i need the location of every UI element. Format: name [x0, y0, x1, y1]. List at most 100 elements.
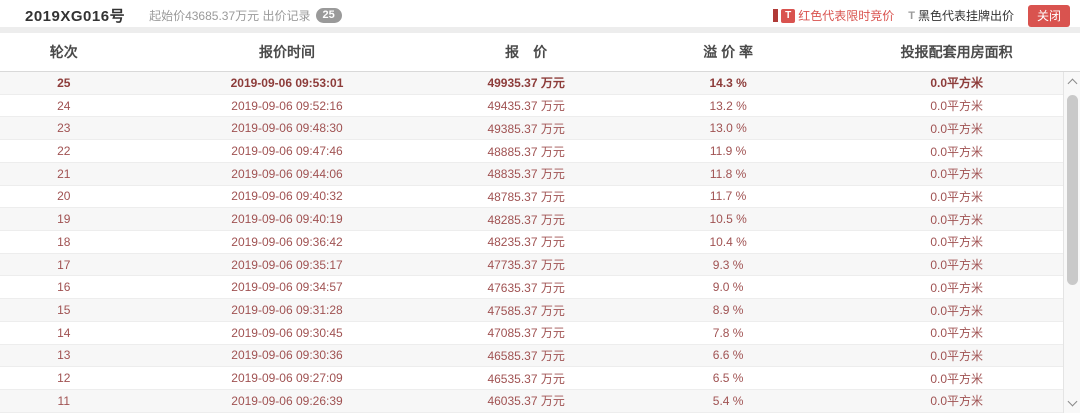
table-row: 16 2019-09-06 09:34:57 47635.37 万元 9.0 %… [0, 276, 1063, 300]
cell-premium-rate: 14.3 % [709, 75, 747, 90]
cell-bid-time: 2019-09-06 09:44:06 [231, 166, 343, 181]
cell-support-area: 0.0平方米 [930, 121, 983, 136]
cell-support-area: 0.0平方米 [930, 189, 983, 204]
cell-premium-rate: 10.4 % [709, 234, 747, 249]
table-row: 23 2019-09-06 09:48:30 49385.37 万元 13.0 … [0, 117, 1063, 141]
close-button[interactable]: 关闭 [1027, 4, 1070, 27]
cell-bid-price: 47635.37 万元 [487, 280, 565, 295]
table-row: 17 2019-09-06 09:35:17 47735.37 万元 9.3 %… [0, 253, 1063, 277]
black-text-icon: T [908, 9, 915, 22]
cell-round: 24 [57, 98, 71, 113]
cell-premium-rate: 9.3 % [712, 257, 744, 272]
cell-support-area: 0.0平方米 [930, 303, 983, 318]
table-row: 13 2019-09-06 09:30:36 46585.37 万元 6.6 %… [0, 344, 1063, 368]
table-row: 18 2019-09-06 09:36:42 48235.37 万元 10.4 … [0, 231, 1063, 254]
cell-premium-rate: 5.4 % [712, 393, 744, 408]
cell-support-area: 0.0平方米 [930, 212, 983, 227]
cell-premium-rate: 6.5 % [712, 371, 744, 386]
legend: T 红色代表限时竞价 T 黑色代表挂牌出价 [773, 7, 1014, 24]
cell-premium-rate: 7.8 % [712, 325, 744, 340]
cell-bid-time: 2019-09-06 09:47:46 [231, 144, 343, 159]
table-row: 21 2019-09-06 09:44:06 48835.37 万元 11.8 … [0, 162, 1063, 186]
cell-premium-rate: 13.0 % [709, 121, 747, 136]
cell-bid-time: 2019-09-06 09:36:42 [231, 234, 343, 249]
table-row: 11 2019-09-06 09:26:39 46035.37 万元 5.4 %… [0, 390, 1063, 413]
start-price-and-count: 起始价43685.37万元 出价记录 25 [149, 7, 342, 24]
cell-round: 18 [57, 234, 71, 249]
cell-round: 13 [57, 348, 71, 363]
cell-bid-price: 48835.37 万元 [487, 167, 565, 182]
cell-bid-price: 47585.37 万元 [487, 303, 565, 318]
cell-round: 12 [57, 371, 71, 386]
cell-round: 23 [57, 121, 71, 136]
cell-bid-time: 2019-09-06 09:34:57 [231, 280, 343, 295]
scrollbar-thumb[interactable] [1066, 95, 1078, 285]
cell-round: 15 [57, 303, 71, 318]
cell-round: 20 [57, 189, 71, 204]
cell-round: 11 [57, 393, 70, 408]
bid-record-label: 出价记录 [262, 9, 311, 23]
cell-support-area: 0.0平方米 [930, 326, 983, 341]
table-row: 12 2019-09-06 09:27:09 46535.37 万元 6.5 %… [0, 367, 1063, 391]
cell-bid-time: 2019-09-06 09:48:30 [231, 121, 343, 136]
bid-record-panel: 2019XG016号 起始价43685.37万元 出价记录 25 T 红色代表限… [0, 0, 1080, 413]
scroll-down-button[interactable] [1064, 395, 1080, 411]
listing-title: 2019XG016号 [25, 8, 126, 25]
legend-red-label: 红色代表限时竞价 [798, 9, 895, 23]
cell-premium-rate: 11.9 % [709, 144, 747, 159]
table-row: 19 2019-09-06 09:40:19 48285.37 万元 10.5 … [0, 208, 1063, 232]
red-text-icon: T [781, 8, 796, 23]
cell-bid-price: 48785.37 万元 [487, 189, 565, 204]
cell-round: 17 [57, 257, 71, 272]
title-bar: 2019XG016号 起始价43685.37万元 出价记录 25 T 红色代表限… [0, 0, 1080, 27]
cell-round: 14 [57, 325, 71, 340]
vertical-scrollbar[interactable] [1063, 72, 1080, 413]
cell-bid-time: 2019-09-06 09:53:01 [230, 75, 344, 90]
cell-round: 22 [57, 144, 71, 159]
cell-support-area: 0.0平方米 [930, 99, 983, 114]
cell-premium-rate: 6.6 % [712, 348, 744, 363]
cell-bid-time: 2019-09-06 09:26:39 [231, 393, 343, 408]
cell-bid-price: 49435.37 万元 [487, 99, 565, 114]
table-header: 轮次 报价时间 报 价 溢 价 率 投报配套用房面积 [0, 33, 1080, 72]
cell-support-area: 0.0平方米 [930, 258, 983, 273]
table-row: 15 2019-09-06 09:31:28 47585.37 万元 8.9 %… [0, 299, 1063, 322]
cell-round: 19 [57, 212, 71, 227]
cell-bid-price: 46585.37 万元 [487, 348, 565, 363]
cell-bid-price: 49385.37 万元 [487, 121, 565, 136]
cell-bid-time: 2019-09-06 09:40:32 [231, 189, 343, 204]
cell-premium-rate: 13.2 % [709, 98, 747, 113]
scroll-up-button[interactable] [1064, 74, 1080, 90]
cell-bid-price: 48885.37 万元 [487, 144, 565, 159]
chevron-down-icon [1067, 396, 1077, 407]
table-row: 24 2019-09-06 09:52:16 49435.37 万元 13.2 … [0, 94, 1063, 118]
cell-bid-time: 2019-09-06 09:40:19 [231, 212, 343, 227]
legend-black-label: 黑色代表挂牌出价 [917, 9, 1014, 23]
cell-support-area: 0.0平方米 [930, 167, 983, 182]
cell-bid-price: 47085.37 万元 [487, 326, 565, 341]
cell-bid-time: 2019-09-06 09:52:16 [231, 98, 343, 113]
cell-round: 21 [57, 166, 71, 181]
cell-bid-price: 48235.37 万元 [487, 235, 565, 250]
cell-bid-time: 2019-09-06 09:30:36 [231, 348, 343, 363]
column-header-round: 轮次 [49, 44, 78, 60]
table-row: 14 2019-09-06 09:30:45 47085.37 万元 7.8 %… [0, 321, 1063, 345]
bid-count-badge: 25 [315, 8, 342, 23]
cell-support-area: 0.0平方米 [930, 76, 983, 91]
cell-support-area: 0.0平方米 [930, 235, 983, 250]
cell-bid-price: 48285.37 万元 [487, 212, 565, 227]
cell-bid-price: 46535.37 万元 [487, 371, 565, 386]
start-price-label: 起始价43685.37万元 [149, 9, 260, 23]
table-body: 25 2019-09-06 09:53:01 49935.37 万元 14.3 … [0, 72, 1063, 413]
cell-round: 16 [57, 280, 71, 295]
chevron-up-icon [1067, 78, 1077, 89]
column-header-time: 报价时间 [258, 44, 315, 60]
cell-bid-time: 2019-09-06 09:27:09 [231, 371, 343, 386]
cell-premium-rate: 11.7 % [709, 189, 747, 204]
red-marker-icon [773, 9, 779, 22]
column-header-area: 投报配套用房面积 [900, 44, 1013, 60]
cell-round: 25 [57, 75, 71, 90]
cell-premium-rate: 8.9 % [712, 303, 744, 318]
cell-support-area: 0.0平方米 [930, 348, 983, 363]
cell-support-area: 0.0平方米 [930, 371, 983, 386]
